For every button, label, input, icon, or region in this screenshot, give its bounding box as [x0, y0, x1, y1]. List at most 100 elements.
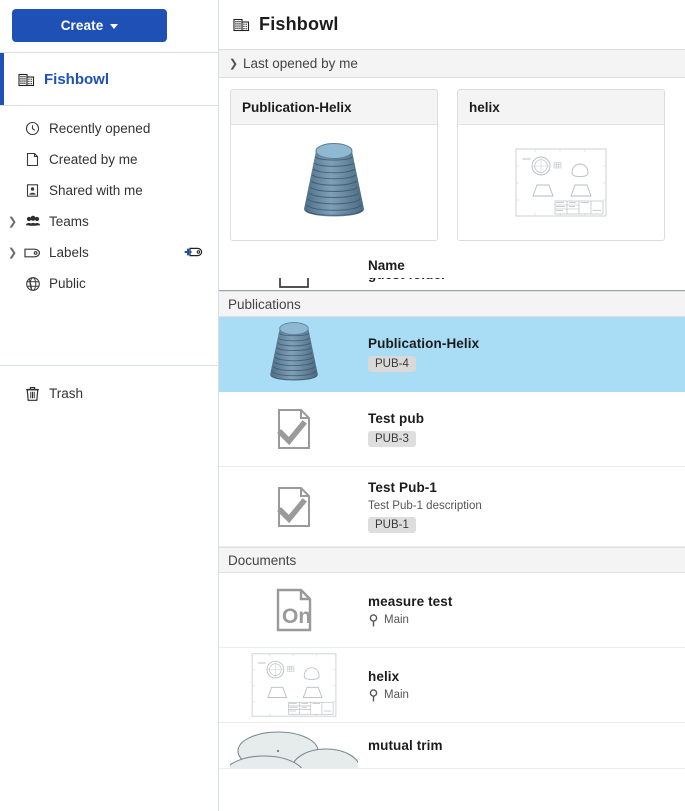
- main-content: Fishbowl ❯ Last opened by me Publication…: [219, 0, 685, 811]
- branch-icon: [369, 688, 378, 701]
- sidebar-item-public[interactable]: Public: [0, 268, 218, 299]
- row-title: measure test: [368, 593, 453, 609]
- sidebar-item-label: Created by me: [49, 152, 138, 167]
- people-icon: [24, 213, 41, 230]
- chevron-down-icon: ❯: [228, 58, 239, 70]
- svg-text:On: On: [282, 605, 311, 628]
- row-info: helix Main: [368, 669, 409, 702]
- sidebar-trash-zone: Trash: [0, 366, 218, 409]
- table-row[interactable]: Test pub PUB-3: [219, 392, 685, 467]
- sidebar-item-label: Trash: [49, 386, 84, 401]
- tag-icon: [24, 244, 41, 261]
- chevron-right-icon[interactable]: ❯: [8, 246, 17, 259]
- recent-card-publication-helix[interactable]: Publication-Helix: [230, 89, 438, 241]
- group-header-documents[interactable]: Documents: [219, 547, 685, 573]
- sidebar-item-label: Public: [49, 276, 86, 291]
- row-info: Test pub PUB-3: [368, 411, 424, 447]
- page-header: Fishbowl: [219, 0, 685, 49]
- page-title: Fishbowl: [259, 14, 339, 34]
- row-thumbnail: [219, 467, 368, 546]
- row-info: Publication-Helix PUB-4: [368, 336, 479, 372]
- recent-cards-strip: Publication-Helix helix: [219, 78, 685, 253]
- chevron-right-icon[interactable]: ❯: [8, 215, 17, 228]
- sidebar-item-label: Teams: [49, 214, 89, 229]
- row-title: Test Pub-1: [368, 480, 438, 495]
- sidebar-item-label: Recently opened: [49, 121, 151, 136]
- add-label-icon[interactable]: [184, 245, 204, 260]
- cone-3d-model-icon: [269, 322, 318, 381]
- column-header-name: Name: [368, 258, 405, 273]
- workspace-indicator: Main: [368, 613, 453, 627]
- sidebar: Create Fishbowl Recently opened Created …: [0, 0, 219, 811]
- sidebar-item-recently-opened[interactable]: Recently opened: [0, 113, 218, 144]
- row-thumbnail: On: [219, 573, 368, 647]
- recent-card-title: Publication-Helix: [231, 90, 437, 125]
- list-column-header: Name: [219, 253, 685, 278]
- onshape-documents-page: Create Fishbowl Recently opened Created …: [0, 0, 685, 811]
- row-description: Test Pub-1 description: [368, 500, 482, 512]
- recent-card-thumbnail: [458, 125, 664, 240]
- row-info: Test Pub-1 Test Pub-1 description PUB-1: [368, 480, 482, 533]
- sidebar-empty-space: [0, 299, 218, 365]
- row-title: mutual trim: [368, 738, 443, 753]
- row-thumbnail: [219, 392, 368, 466]
- sidebar-nav-list: Recently opened Created by me Shared wit…: [0, 106, 218, 299]
- create-button[interactable]: Create: [12, 9, 167, 42]
- branch-icon: [369, 613, 378, 626]
- cone-3d-model-icon: [304, 142, 364, 216]
- documents-list: Name guest folder Publications: [219, 253, 685, 769]
- row-title: Publication-Helix: [368, 336, 480, 351]
- recent-card-helix[interactable]: helix: [457, 89, 665, 241]
- document-icon: [24, 151, 41, 168]
- recent-card-title: helix: [458, 90, 664, 125]
- last-opened-section-label: Last opened by me: [243, 56, 358, 71]
- workspace-label: Main: [384, 689, 409, 701]
- row-title: helix: [368, 668, 400, 684]
- company-building-icon: [18, 71, 35, 88]
- group-header-label: Documents: [228, 552, 297, 568]
- onshape-doc-icon: On: [276, 588, 311, 632]
- row-info: mutual trim: [368, 738, 443, 753]
- sidebar-item-labels[interactable]: ❯ Labels: [0, 237, 218, 268]
- drawing-sheet-icon: [251, 653, 336, 717]
- row-thumbnail: [219, 723, 368, 768]
- company-building-icon: [233, 16, 250, 33]
- table-row[interactable]: helix Main: [219, 648, 685, 723]
- status-badge: PUB-3: [368, 431, 416, 447]
- group-header-publications[interactable]: Publications: [219, 291, 685, 317]
- sidebar-item-fishbowl[interactable]: Fishbowl: [0, 53, 218, 105]
- row-info: measure test Main: [368, 594, 453, 627]
- table-row[interactable]: Test Pub-1 Test Pub-1 description PUB-1: [219, 467, 685, 547]
- create-button-label: Create: [60, 18, 104, 33]
- sidebar-item-shared-with-me[interactable]: Shared with me: [0, 175, 218, 206]
- recent-card-thumbnail: [231, 125, 437, 240]
- row-title: Test pub: [368, 411, 425, 426]
- table-row[interactable]: On measure test Main: [219, 573, 685, 648]
- publication-check-icon: [276, 486, 310, 527]
- shared-person-icon: [24, 182, 41, 199]
- table-row[interactable]: mutual trim: [219, 723, 685, 769]
- trash-icon: [24, 385, 41, 402]
- workspace-label: Main: [384, 614, 409, 626]
- create-button-container: Create: [0, 0, 218, 52]
- drawing-sheet-icon: [515, 148, 607, 217]
- workspace-indicator: Main: [368, 688, 409, 702]
- ellipses-model-icon: [229, 731, 358, 768]
- status-badge: PUB-4: [368, 356, 416, 372]
- last-opened-section-toggle[interactable]: ❯ Last opened by me: [219, 49, 685, 78]
- table-row[interactable]: Publication-Helix PUB-4: [219, 317, 685, 392]
- sidebar-item-label: Labels: [49, 245, 89, 260]
- row-thumbnail: [219, 317, 368, 391]
- publication-check-icon: [276, 409, 310, 449]
- sidebar-item-created-by-me[interactable]: Created by me: [0, 144, 218, 175]
- sidebar-item-teams[interactable]: ❯ Teams: [0, 206, 218, 237]
- globe-icon: [24, 275, 41, 292]
- caret-down-icon: [110, 24, 119, 29]
- row-thumbnail: [219, 648, 368, 722]
- sidebar-item-label: Fishbowl: [44, 70, 109, 88]
- clock-icon: [24, 120, 41, 137]
- status-badge: PUB-1: [368, 517, 416, 533]
- sidebar-item-trash[interactable]: Trash: [0, 378, 218, 409]
- sidebar-item-label: Shared with me: [49, 183, 143, 198]
- group-header-label: Publications: [228, 296, 301, 312]
